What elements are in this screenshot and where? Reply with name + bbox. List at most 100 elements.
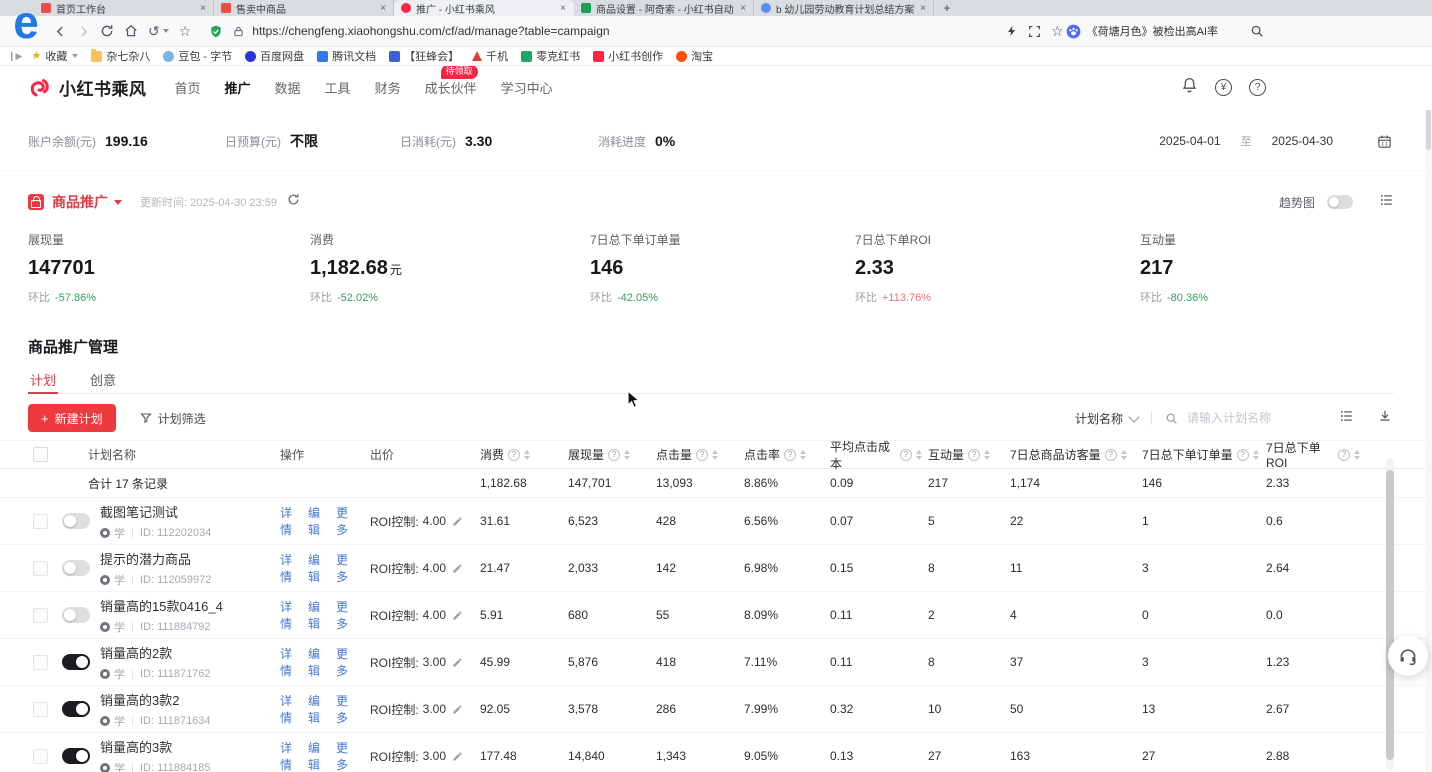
edit-link[interactable]: 编辑: [308, 739, 327, 772]
bookmark-doubao[interactable]: 豆包 - 字节: [163, 48, 232, 64]
sort-icon[interactable]: [712, 450, 718, 460]
new-plan-button[interactable]: +新建计划: [28, 404, 116, 432]
chevron-down-icon[interactable]: [114, 200, 122, 205]
nav-item[interactable]: 首页: [175, 78, 201, 97]
browser-tab-5[interactable]: b 幼儿园劳动教育计划总结方案 ×: [754, 0, 934, 16]
sort-icon[interactable]: [984, 450, 990, 460]
calendar-icon[interactable]: [1377, 134, 1392, 149]
detail-link[interactable]: 详情: [280, 551, 299, 585]
campaign-enabled-toggle[interactable]: [62, 748, 90, 764]
tab-creative[interactable]: 创意: [88, 370, 118, 393]
sort-icon[interactable]: [1354, 450, 1360, 460]
bookmark-tencent-docs[interactable]: 腾讯文档: [317, 48, 376, 64]
row-checkbox[interactable]: [33, 655, 48, 670]
trend-chart-toggle[interactable]: [1327, 195, 1353, 209]
edit-pencil-icon[interactable]: [452, 751, 463, 762]
search-input[interactable]: [1185, 410, 1299, 426]
tab-close-icon[interactable]: ×: [740, 3, 746, 14]
col-7d-visitors[interactable]: 7日总商品访客量: [1010, 446, 1142, 463]
hot-search-text[interactable]: 《荷塘月色》被检出高AI率: [1087, 23, 1218, 39]
metric-settings-icon[interactable]: [1379, 193, 1394, 212]
edit-pencil-icon[interactable]: [452, 563, 463, 574]
nav-item[interactable]: 成长伙伴待领取: [425, 78, 477, 97]
row-checkbox[interactable]: [33, 749, 48, 764]
edit-pencil-icon[interactable]: [452, 516, 463, 527]
campaign-enabled-toggle[interactable]: [62, 560, 90, 576]
row-checkbox[interactable]: [33, 561, 48, 576]
detail-link[interactable]: 详情: [280, 739, 299, 772]
favorite-star-icon[interactable]: ☆: [1051, 24, 1064, 38]
sort-icon[interactable]: [524, 450, 530, 460]
balance-yen-icon[interactable]: ¥: [1215, 79, 1232, 96]
notification-bell-icon[interactable]: [1181, 76, 1198, 99]
sort-icon[interactable]: [1253, 450, 1259, 460]
edit-pencil-icon[interactable]: [452, 704, 463, 715]
bookmarks-collapse-icon[interactable]: ❙▶: [8, 51, 22, 62]
sort-icon[interactable]: [800, 450, 806, 460]
column-settings-icon[interactable]: [1339, 409, 1354, 428]
bookmark-lingke[interactable]: 零克红书: [521, 48, 580, 64]
more-link[interactable]: 更多: [336, 645, 355, 679]
more-link[interactable]: 更多: [336, 692, 355, 726]
campaign-enabled-toggle[interactable]: [62, 513, 90, 529]
campaign-enabled-toggle[interactable]: [62, 654, 90, 670]
promo-type-title[interactable]: 商品推广: [52, 192, 108, 212]
more-link[interactable]: 更多: [336, 551, 355, 585]
detail-link[interactable]: 详情: [280, 598, 299, 632]
home-icon[interactable]: [124, 24, 138, 38]
bookmark-qianji[interactable]: 千机: [472, 48, 508, 64]
more-link[interactable]: 更多: [336, 504, 355, 538]
detail-link[interactable]: 详情: [280, 645, 299, 679]
nav-item[interactable]: 数据: [275, 78, 301, 97]
col-7d-orders[interactable]: 7日总下单订单量: [1142, 446, 1266, 463]
detail-link[interactable]: 详情: [280, 504, 299, 538]
forward-icon[interactable]: [77, 25, 90, 38]
browser-tab-2[interactable]: 售卖中商品 ×: [214, 0, 394, 16]
bookmark-taobao[interactable]: 淘宝: [676, 48, 713, 64]
campaign-enabled-toggle[interactable]: [62, 607, 90, 623]
row-checkbox[interactable]: [33, 702, 48, 717]
refresh-icon[interactable]: [287, 193, 300, 211]
tab-close-icon[interactable]: ×: [380, 3, 386, 14]
more-link[interactable]: 更多: [336, 739, 355, 772]
tab-close-icon[interactable]: ×: [200, 3, 206, 14]
col-spend[interactable]: 消费: [480, 446, 568, 463]
bookmark-pan[interactable]: 百度网盘: [245, 48, 304, 64]
edit-link[interactable]: 编辑: [308, 598, 327, 632]
date-start[interactable]: 2025-04-01: [1159, 134, 1220, 148]
favorites-edit-icon[interactable]: ☆: [179, 24, 192, 38]
bookmark-favorites[interactable]: ★收藏: [31, 48, 78, 64]
nav-item[interactable]: 推广: [225, 78, 251, 97]
nav-item[interactable]: 学习中心: [501, 78, 553, 97]
col-ctr[interactable]: 点击率: [744, 446, 830, 463]
back-icon[interactable]: [54, 25, 67, 38]
edit-link[interactable]: 编辑: [308, 692, 327, 726]
browser-tab-4[interactable]: 商品设置 - 阿奇索 - 小红书自动 ×: [574, 0, 754, 16]
customer-service-button[interactable]: [1388, 636, 1428, 676]
download-icon[interactable]: [1378, 409, 1392, 428]
bookmark-folder[interactable]: 杂七杂八: [91, 48, 150, 64]
detail-link[interactable]: 详情: [280, 692, 299, 726]
bookmark-xhs-creator[interactable]: 小红书创作: [593, 48, 663, 64]
plan-filter-button[interactable]: 计划筛选: [140, 410, 206, 427]
browser-tab-1[interactable]: 首页工作台 ×: [34, 0, 214, 16]
sort-icon[interactable]: [624, 450, 630, 460]
search-field-selector[interactable]: 计划名称: [1075, 410, 1138, 427]
sort-icon[interactable]: [1121, 450, 1127, 460]
browser-tab-active[interactable]: 推广 - 小红书乘风 ×: [394, 0, 574, 16]
nav-item[interactable]: 工具: [325, 78, 351, 97]
tab-close-icon[interactable]: ×: [560, 3, 566, 14]
edit-link[interactable]: 编辑: [308, 551, 327, 585]
tab-plan[interactable]: 计划: [28, 370, 58, 393]
more-link[interactable]: 更多: [336, 598, 355, 632]
row-checkbox[interactable]: [33, 514, 48, 529]
campaign-enabled-toggle[interactable]: [62, 701, 90, 717]
undo-icon[interactable]: ↺: [148, 24, 169, 38]
new-tab-button[interactable]: +: [934, 0, 960, 16]
nav-item[interactable]: 财务: [375, 78, 401, 97]
bookmark-group[interactable]: 【狂蜂会】: [389, 48, 459, 64]
edit-pencil-icon[interactable]: [452, 610, 463, 621]
edit-pencil-icon[interactable]: [452, 657, 463, 668]
table-scrollbar-thumb[interactable]: [1386, 470, 1394, 760]
search-icon[interactable]: [1250, 24, 1264, 38]
